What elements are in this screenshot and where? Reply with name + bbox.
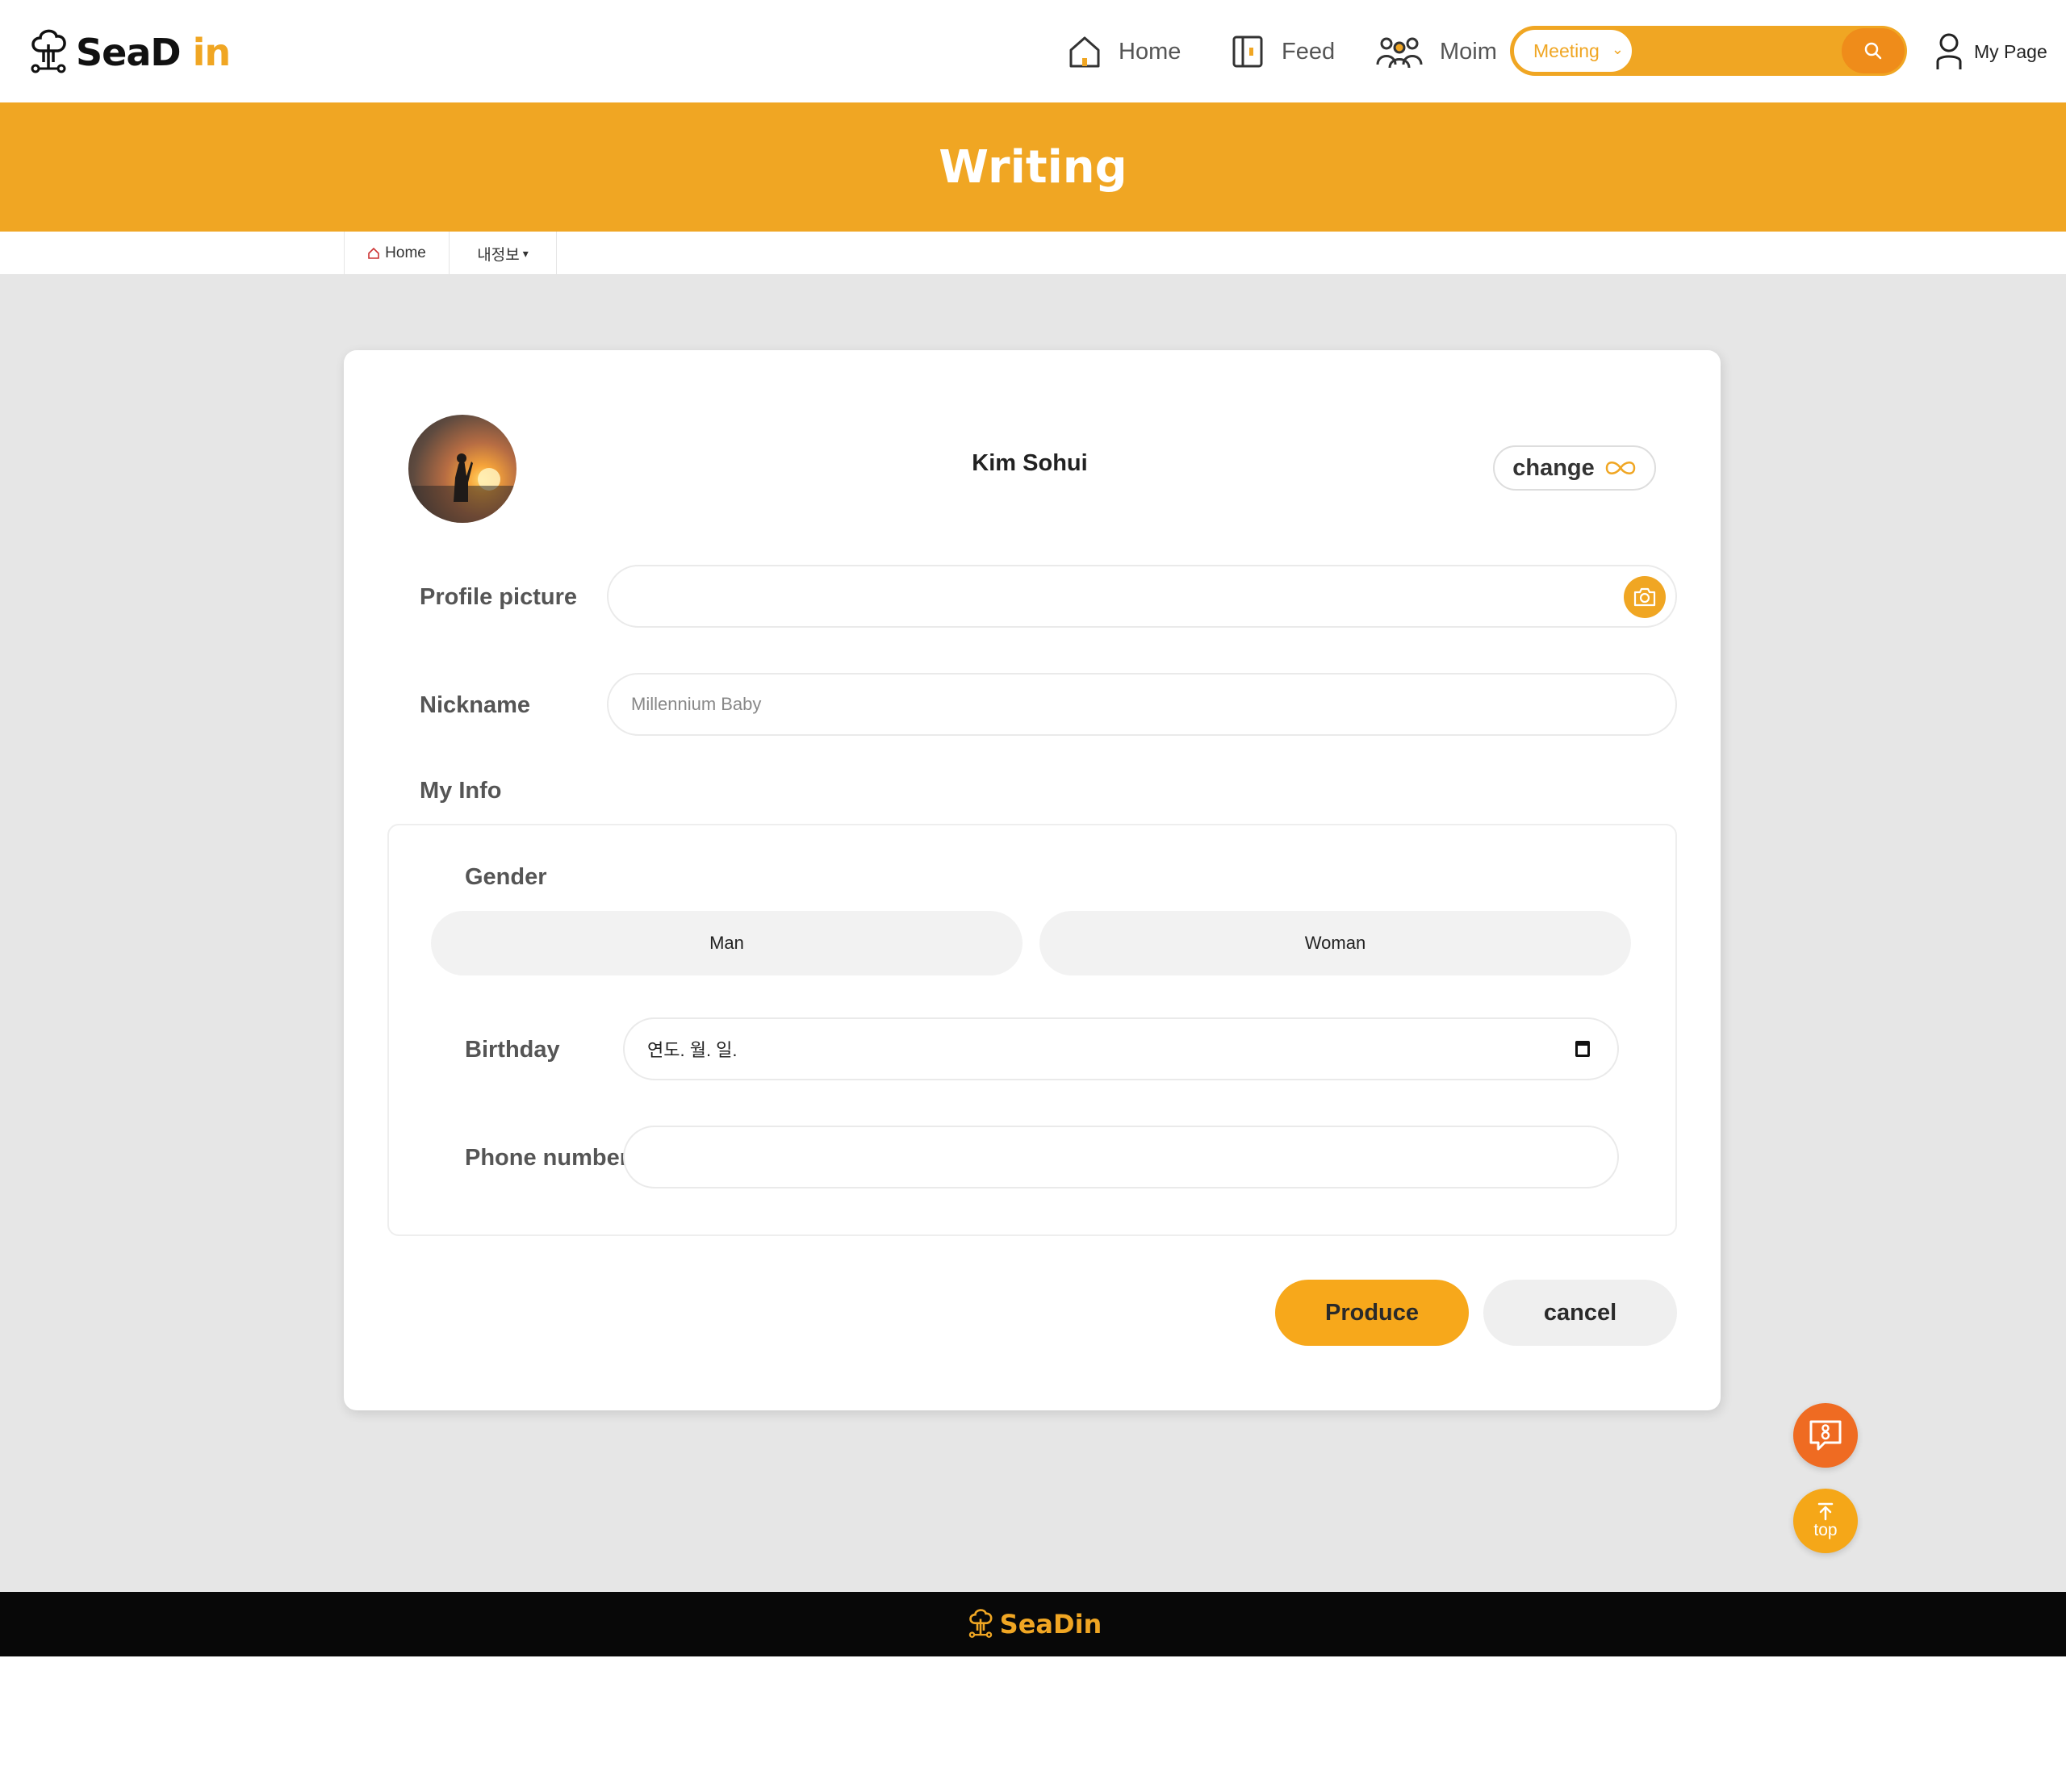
my-page-label: My Page [1974, 40, 2047, 62]
chat-button[interactable] [1793, 1403, 1858, 1468]
breadcrumb: Home 내정보 ▾ [0, 232, 2066, 275]
cancel-button[interactable]: cancel [1483, 1280, 1677, 1346]
footer-logo: SeaD in [964, 1607, 1102, 1641]
scroll-top-button[interactable]: top [1793, 1489, 1858, 1553]
camera-button[interactable] [1624, 576, 1666, 618]
footer-logo-accent: in [1074, 1609, 1102, 1640]
produce-button[interactable]: Produce [1275, 1280, 1469, 1346]
breadcrumb-home[interactable]: Home [344, 232, 449, 275]
user-icon [1936, 33, 1962, 69]
infinity-icon [1605, 462, 1636, 474]
phone-label: Phone number [465, 1145, 629, 1171]
my-page-link[interactable]: My Page [1935, 31, 2047, 73]
breadcrumb-section-label: 내정보 [477, 246, 520, 264]
birthday-date-input[interactable]: 연도. 월. 일. [623, 1017, 1619, 1080]
profile-picture-label: Profile picture [420, 584, 577, 610]
calendar-icon[interactable] [1575, 1041, 1590, 1057]
camera-icon [1633, 587, 1656, 607]
site-logo[interactable]: SeaD in [24, 24, 231, 81]
search-category-value: Meeting [1533, 40, 1600, 61]
logo-text: SeaD in [76, 31, 231, 74]
search-category-select[interactable]: Meeting ⌄ [1512, 28, 1633, 73]
birthday-label: Birthday [465, 1037, 560, 1063]
search-button[interactable] [1842, 28, 1905, 73]
gender-woman-label: Woman [1304, 933, 1366, 953]
nav-moim-label: Moim [1440, 38, 1497, 65]
profile-picture-field[interactable] [607, 565, 1677, 628]
site-header: SeaD in Home Feed Moim Meeting ⌄ My Page [0, 0, 2066, 102]
my-info-box: Gender Man Woman Birthday 연도. 월. 일. Phon… [387, 824, 1677, 1236]
gender-label: Gender [465, 864, 547, 890]
logo-tree-icon [31, 29, 66, 73]
phone-input[interactable] [623, 1126, 1619, 1188]
site-footer: SeaD in [0, 1592, 2066, 1656]
chevron-down-icon: ⌄ [1611, 41, 1624, 57]
gender-man-button[interactable]: Man [431, 911, 1023, 975]
gender-woman-button[interactable]: Woman [1039, 911, 1631, 975]
profile-name: Kim Sohui [972, 450, 1088, 476]
chevron-down-icon: ▾ [522, 246, 529, 260]
search-icon [1864, 42, 1882, 60]
change-label: change [1512, 454, 1595, 481]
my-info-label: My Info [420, 778, 502, 804]
group-icon [1376, 37, 1423, 69]
logo-tree-icon [968, 1609, 993, 1638]
nav-moim[interactable]: Moim [1375, 29, 1497, 74]
nav-home[interactable]: Home [1067, 29, 1181, 74]
nickname-input[interactable]: Millennium Baby [607, 673, 1677, 736]
profile-form-card: Kim Sohui change Profile picture Nicknam… [344, 350, 1721, 1410]
arrow-up-icon [1817, 1502, 1834, 1521]
feed-icon [1232, 36, 1263, 68]
avatar-photo [408, 453, 516, 523]
breadcrumb-home-label: Home [385, 244, 426, 261]
breadcrumb-section-dropdown[interactable]: 내정보 ▾ [449, 232, 557, 275]
home-icon [1069, 36, 1100, 68]
nav-feed-label: Feed [1282, 38, 1336, 65]
gender-man-label: Man [709, 933, 744, 953]
nickname-label: Nickname [420, 692, 531, 718]
page-banner: Writing [0, 102, 2066, 232]
footer-logo-main: SeaD [999, 1609, 1075, 1640]
birthday-value: 연도. 월. 일. [647, 1040, 738, 1060]
chat-icon [1809, 1420, 1842, 1451]
nav-home-label: Home [1119, 38, 1181, 65]
nav-feed[interactable]: Feed [1230, 29, 1335, 74]
page-title: Writing [939, 140, 1127, 194]
search-bar: Meeting ⌄ [1510, 26, 1907, 76]
avatar [408, 415, 516, 523]
scroll-top-label: top [1813, 1521, 1838, 1539]
home-icon [368, 247, 379, 259]
nickname-placeholder: Millennium Baby [631, 694, 762, 714]
change-profile-button[interactable]: change [1493, 445, 1656, 491]
